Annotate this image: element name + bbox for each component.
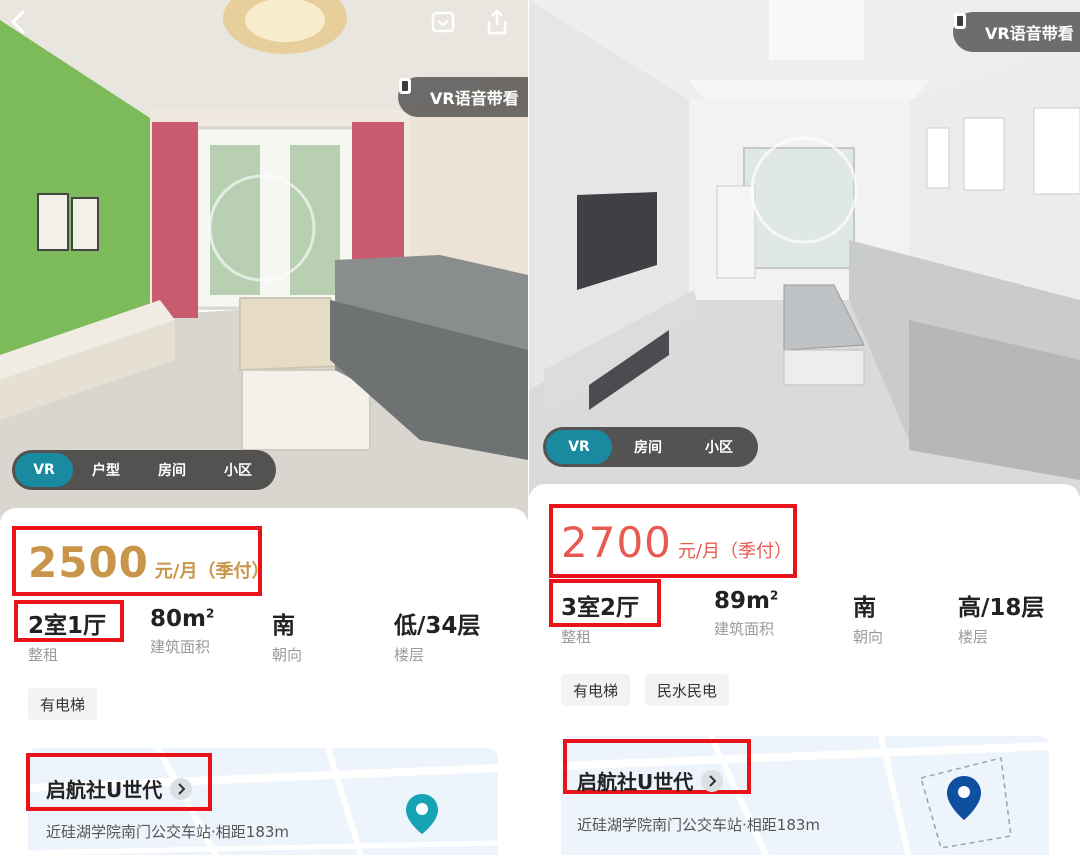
vr-cube-icon <box>954 13 979 42</box>
stat-layout: 3室2厅 整租 <box>561 588 639 647</box>
stat-label: 朝向 <box>853 628 884 646</box>
vr-guide-button[interactable]: VR语音带看 <box>953 12 1080 52</box>
stat-label: 建筑面积 <box>714 620 775 638</box>
rent-price: 2700 元/月（季付） <box>561 518 792 567</box>
stat-label: 楼层 <box>958 628 989 646</box>
tab-vr[interactable]: VR <box>15 453 73 487</box>
stat-value: 3室2厅 <box>561 595 640 621</box>
stat-floor: 低/34层 楼层 <box>394 606 480 665</box>
stat-area: 80m2 建筑面积 <box>150 606 214 657</box>
vr-guide-label: VR语音带看 <box>985 24 1074 43</box>
tab-vr[interactable]: VR <box>546 430 612 464</box>
share-icon[interactable] <box>484 8 512 38</box>
community-name: 启航社U世代 <box>577 770 694 794</box>
listing-panel-left: VR语音带看 VR 户型 房间 小区 2500 元/月（季付） 2室1厅 整租 … <box>0 0 528 855</box>
tab-rooms[interactable]: 房间 <box>139 453 205 487</box>
vr-guide-button[interactable]: VR语音带看 <box>398 77 528 117</box>
tab-rooms[interactable]: 房间 <box>612 430 684 464</box>
price-amount: 2700 <box>561 518 672 567</box>
rent-price: 2500 元/月（季付） <box>28 538 269 587</box>
stat-label: 朝向 <box>272 646 303 664</box>
chevron-right-icon <box>701 769 724 792</box>
vr-cube-icon <box>399 78 424 107</box>
stat-value: 低/34层 <box>394 613 481 639</box>
tab-floorplan[interactable]: 户型 <box>73 453 139 487</box>
back-icon[interactable] <box>8 10 36 38</box>
transit-distance: 近硅湖学院南门公交车站·相距183m <box>577 816 821 834</box>
bookmark-icon[interactable] <box>430 10 458 38</box>
chevron-right-icon <box>170 777 193 800</box>
transit-distance: 近硅湖学院南门公交车站·相距183m <box>46 823 290 841</box>
stat-orientation: 南 朝向 <box>853 588 883 647</box>
listing-info-card: 2700 元/月（季付） 3室2厅 整租 89m2 建筑面积 南 朝向 高/18… <box>529 484 1080 855</box>
listing-info-card: 2500 元/月（季付） 2室1厅 整租 80m2 建筑面积 南 朝向 低/34… <box>0 508 528 855</box>
tab-community[interactable]: 小区 <box>684 430 754 464</box>
stat-orientation: 南 朝向 <box>272 606 302 665</box>
vr-room-photo[interactable]: VR语音带看 VR 户型 房间 小区 <box>0 0 528 530</box>
stat-value: 高/18层 <box>958 595 1045 621</box>
stat-label: 整租 <box>28 646 59 664</box>
community-link[interactable]: 启航社U世代 <box>46 774 193 803</box>
media-tabs: VR 户型 房间 小区 <box>12 450 276 490</box>
map-pin-icon <box>404 792 440 840</box>
stat-value: 2室1厅 <box>28 613 107 639</box>
living-room-illustration <box>529 0 1080 500</box>
media-tabs: VR 房间 小区 <box>543 427 758 467</box>
stat-value: 南 <box>272 613 295 639</box>
stat-value: 89m2 <box>714 588 779 614</box>
price-unit: 元/月（季付） <box>677 541 792 562</box>
price-unit: 元/月（季付） <box>154 561 270 582</box>
vr-guide-label: VR语音带看 <box>430 89 519 108</box>
stat-value: 南 <box>853 595 876 621</box>
tag-elevator: 有电梯 <box>561 674 631 706</box>
stat-label: 整租 <box>561 628 592 646</box>
stat-label: 建筑面积 <box>150 638 211 656</box>
listing-panel-right: VR语音带看 VR 房间 小区 2700 元/月（季付） 3室2厅 整租 89m… <box>529 0 1080 855</box>
tab-community[interactable]: 小区 <box>205 453 271 487</box>
community-name: 启航社U世代 <box>46 778 163 802</box>
stat-value: 80m2 <box>150 606 215 632</box>
price-amount: 2500 <box>28 538 149 587</box>
map-pin-icon <box>945 774 983 826</box>
stat-floor: 高/18层 楼层 <box>958 588 1044 647</box>
community-link[interactable]: 启航社U世代 <box>577 766 724 795</box>
stat-area: 89m2 建筑面积 <box>714 588 778 639</box>
vr-room-photo[interactable]: VR语音带看 VR 房间 小区 <box>529 0 1080 500</box>
stat-label: 楼层 <box>394 646 425 664</box>
tag-elevator: 有电梯 <box>28 688 98 720</box>
tag-civil-utilities: 民水民电 <box>645 674 730 706</box>
stat-layout: 2室1厅 整租 <box>28 606 106 665</box>
